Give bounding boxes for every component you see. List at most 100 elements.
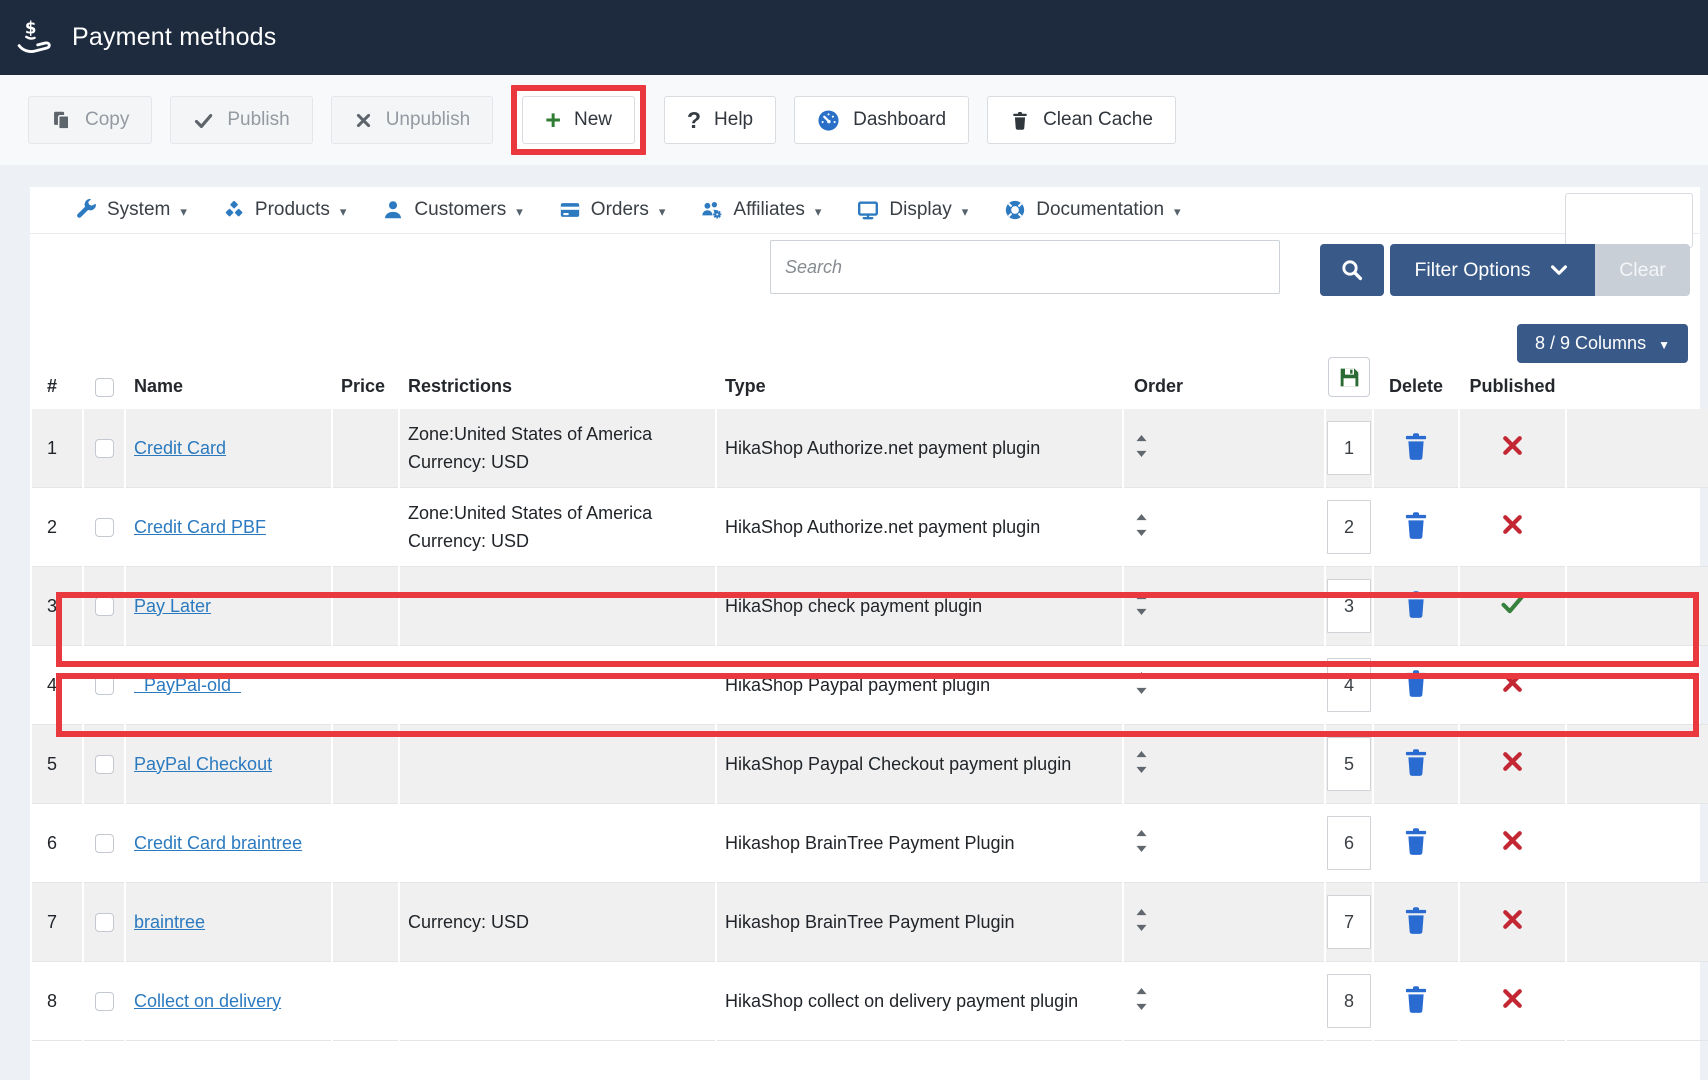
- clear-button[interactable]: Clear: [1595, 244, 1690, 296]
- payment-method-link[interactable]: PayPal-old: [134, 675, 241, 695]
- delete-trash-icon[interactable]: [1401, 588, 1431, 620]
- table-row-3: 3 Pay Later HikaShop check payment plugi…: [32, 567, 1708, 646]
- empty-filter-select[interactable]: [1565, 193, 1693, 248]
- table-row-2: 2 Credit Card PBF Zone:United States of …: [32, 488, 1708, 567]
- row-checkbox[interactable]: [95, 913, 114, 932]
- restrictions-cell: Currency: USD: [400, 883, 715, 962]
- delete-trash-icon[interactable]: [1401, 746, 1431, 778]
- menu-item-affiliates[interactable]: Affiliates ▾: [701, 199, 821, 221]
- save-order-button[interactable]: [1328, 357, 1370, 397]
- payment-method-link[interactable]: braintree: [134, 912, 205, 932]
- order-input[interactable]: [1327, 816, 1371, 870]
- row-checkbox[interactable]: [95, 676, 114, 695]
- row-checkbox[interactable]: [95, 755, 114, 774]
- published-toggle-icon[interactable]: [1499, 827, 1526, 854]
- payment-method-link[interactable]: Collect on delivery: [134, 991, 281, 1011]
- life-ring-icon: [1004, 199, 1026, 221]
- row-checkbox[interactable]: [95, 518, 114, 537]
- row-number: 4: [32, 646, 82, 725]
- delete-trash-icon[interactable]: [1401, 825, 1431, 857]
- order-sort-handle[interactable]: [1134, 433, 1149, 459]
- copy-icon: [51, 110, 72, 131]
- menu-item-documentation[interactable]: Documentation ▾: [1004, 199, 1180, 221]
- restrictions-cell: [400, 725, 715, 804]
- row-checkbox[interactable]: [95, 597, 114, 616]
- restrictions-cell: [400, 962, 715, 1041]
- published-toggle-icon[interactable]: [1499, 511, 1526, 538]
- order-input[interactable]: [1327, 658, 1371, 712]
- wrench-icon: [75, 199, 97, 221]
- published-toggle-icon[interactable]: [1499, 985, 1526, 1012]
- payment-method-link[interactable]: Credit Card: [134, 438, 226, 458]
- menu-item-orders[interactable]: Orders ▾: [559, 199, 666, 221]
- type-cell: Hikashop BrainTree Payment Plugin: [717, 883, 1122, 962]
- order-sort-handle[interactable]: [1134, 828, 1149, 854]
- column-header-name[interactable]: Name: [126, 357, 331, 409]
- row-number: 8: [32, 962, 82, 1041]
- price-cell: [333, 962, 398, 1041]
- column-header-price[interactable]: Price: [333, 357, 398, 409]
- order-sort-handle[interactable]: [1134, 670, 1149, 696]
- type-cell: HikaShop Authorize.net payment plugin: [717, 409, 1122, 488]
- search-submit-button[interactable]: [1320, 244, 1384, 296]
- table-row-4: 4 PayPal-old HikaShop Paypal payment plu…: [32, 646, 1708, 725]
- row-checkbox[interactable]: [95, 992, 114, 1011]
- row-checkbox[interactable]: [95, 439, 114, 458]
- order-input[interactable]: [1327, 737, 1371, 791]
- order-input[interactable]: [1327, 421, 1371, 475]
- published-toggle-icon[interactable]: [1499, 906, 1526, 933]
- delete-trash-icon[interactable]: [1401, 667, 1431, 699]
- order-sort-handle[interactable]: [1134, 749, 1149, 775]
- order-sort-handle[interactable]: [1134, 512, 1149, 538]
- delete-trash-icon[interactable]: [1401, 509, 1431, 541]
- delete-trash-icon[interactable]: [1401, 904, 1431, 936]
- help-button[interactable]: ? Help: [664, 96, 776, 144]
- column-header-order[interactable]: Order: [1124, 357, 1324, 409]
- unpublish-button-label: Unpublish: [386, 109, 471, 131]
- user-icon: [382, 199, 404, 221]
- menu-item-customers[interactable]: Customers ▾: [382, 199, 522, 221]
- column-header-restrictions[interactable]: Restrictions: [400, 357, 715, 409]
- menu-item-products[interactable]: Products ▾: [223, 199, 347, 221]
- menu-label: Display: [889, 199, 951, 221]
- row-checkbox[interactable]: [95, 834, 114, 853]
- delete-trash-icon[interactable]: [1401, 430, 1431, 462]
- delete-trash-icon[interactable]: [1401, 983, 1431, 1015]
- caret-down-icon: ▾: [516, 201, 523, 220]
- payment-method-link[interactable]: Pay Later: [134, 596, 211, 616]
- row-number: 7: [32, 883, 82, 962]
- payment-method-link[interactable]: Credit Card PBF: [134, 517, 266, 537]
- copy-button[interactable]: Copy: [28, 96, 152, 144]
- published-toggle-icon[interactable]: [1499, 748, 1526, 775]
- published-toggle-icon[interactable]: [1499, 669, 1526, 696]
- new-button[interactable]: + New: [522, 96, 635, 144]
- order-input[interactable]: [1327, 500, 1371, 554]
- search-input[interactable]: [770, 240, 1280, 294]
- filter-options-button[interactable]: Filter Options: [1390, 244, 1595, 296]
- unpublish-button[interactable]: Unpublish: [331, 96, 494, 144]
- publish-button[interactable]: Publish: [170, 96, 312, 144]
- order-sort-handle[interactable]: [1134, 907, 1149, 933]
- order-sort-handle[interactable]: [1134, 986, 1149, 1012]
- order-input[interactable]: [1327, 974, 1371, 1028]
- caret-down-icon: ▾: [1174, 201, 1181, 220]
- table-row-7: 7 braintree Currency: USD Hikashop Brain…: [32, 883, 1708, 962]
- menu-label: System: [107, 199, 170, 221]
- menu-label: Customers: [414, 199, 506, 221]
- clean-cache-button[interactable]: Clean Cache: [987, 96, 1176, 144]
- payment-method-link[interactable]: PayPal Checkout: [134, 754, 272, 774]
- column-header-type[interactable]: Type: [717, 357, 1122, 409]
- order-sort-handle[interactable]: [1134, 591, 1149, 617]
- published-toggle-icon[interactable]: [1499, 590, 1526, 617]
- order-input[interactable]: [1327, 579, 1371, 633]
- select-all-checkbox[interactable]: [95, 378, 114, 397]
- menu-item-display[interactable]: Display ▾: [857, 199, 968, 221]
- payment-method-link[interactable]: Credit Card braintree: [134, 833, 302, 853]
- content-panel: System ▾ Products ▾ Customers ▾ Orders ▾…: [30, 187, 1700, 1080]
- cubes-icon: [223, 199, 245, 221]
- menu-item-system[interactable]: System ▾: [75, 199, 187, 221]
- restrictions-cell: [400, 567, 715, 646]
- dashboard-button[interactable]: Dashboard: [794, 96, 969, 144]
- published-toggle-icon[interactable]: [1499, 432, 1526, 459]
- order-input[interactable]: [1327, 895, 1371, 949]
